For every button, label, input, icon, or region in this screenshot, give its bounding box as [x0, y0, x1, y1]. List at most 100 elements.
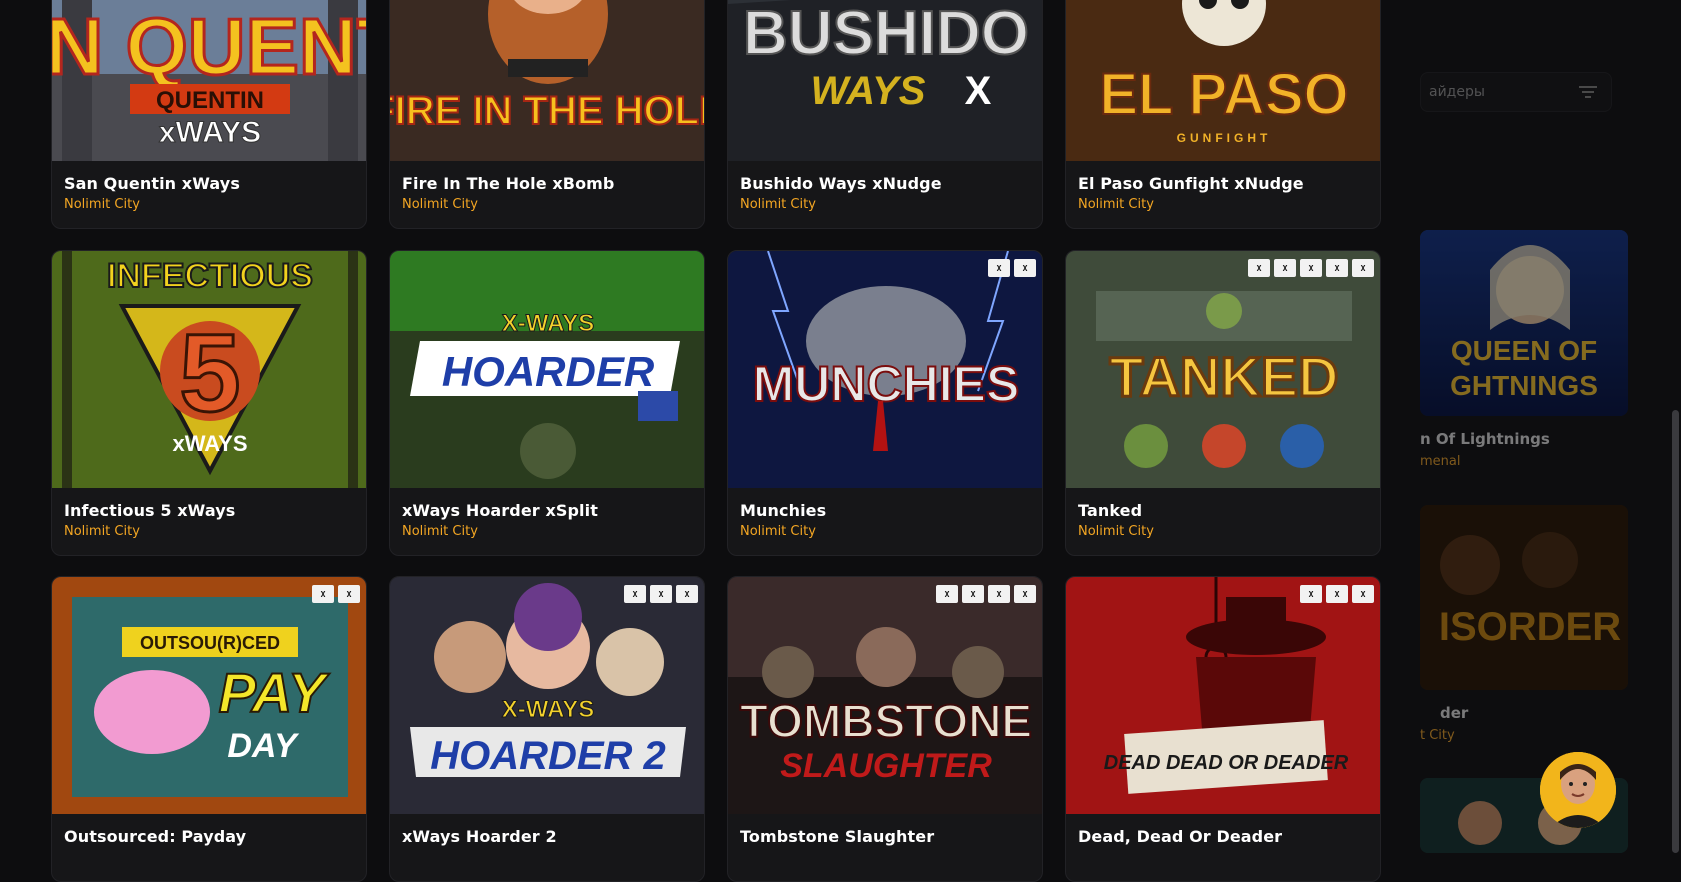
game-card[interactable]: SAN QUENTIN QUENTIN xWAYS San Quentin xW… [51, 0, 367, 229]
game-title: San Quentin xWays [64, 174, 240, 193]
badge-icon: X [1326, 585, 1348, 603]
art-text: HOARDER 2 [430, 734, 666, 778]
feature-badges: X X [312, 585, 360, 603]
game-provider: Nolimit City [740, 524, 816, 539]
support-avatar-icon [1540, 752, 1616, 828]
game-thumbnail: MUNCHIES X X [728, 251, 1042, 488]
feature-badges: X X X X [936, 585, 1036, 603]
game-thumbnail: INFECTIOUS 5 xWAYS [52, 251, 366, 488]
background-page: айдеры QUEEN OF GHTNINGS n Of Lightnings… [1420, 0, 1681, 853]
game-thumbnail: FIRE IN THE HOLE [390, 0, 705, 161]
badge-icon: X [624, 585, 646, 603]
svg-text:PAY: PAY [219, 661, 330, 724]
game-card[interactable]: FIRE IN THE HOLE Fire In The Hole xBomb … [389, 0, 705, 229]
badge-icon: X [650, 585, 672, 603]
art-text: INFECTIOUS [107, 257, 313, 295]
art-text: MUNCHIES [753, 356, 1020, 412]
badge-icon: X [988, 259, 1010, 277]
feature-badges: X X X [624, 585, 698, 603]
game-thumbnail: SAN QUENTIN QUENTIN xWAYS [52, 0, 366, 161]
badge-icon: X [1274, 259, 1296, 277]
svg-text:X-WAYS: X-WAYS [502, 310, 594, 337]
game-provider: Nolimit City [402, 524, 478, 539]
game-title: Bushido Ways xNudge [740, 174, 942, 193]
art-text: TOMBSTONE [740, 695, 1032, 747]
art-text: FIRE IN THE HOLE [390, 89, 705, 133]
game-thumbnail: OUTSOU(R)CED PAY DAY X X [52, 577, 366, 814]
badge-icon: X [312, 585, 334, 603]
art-text: BUSHIDO [743, 0, 1029, 68]
svg-text:OUTSOU(R)CED: OUTSOU(R)CED [140, 633, 280, 653]
game-card[interactable]: DEAD DEAD OR DEADER X X X Dead, Dead Or … [1065, 576, 1381, 882]
art-text: EL PASO [1099, 62, 1348, 127]
badge-icon: X [676, 585, 698, 603]
svg-text:WAYS: WAYS [811, 69, 926, 113]
game-provider: Nolimit City [64, 524, 140, 539]
game-card[interactable]: INFECTIOUS 5 xWAYS Infectious 5 xWays No… [51, 250, 367, 556]
game-card[interactable]: BUSHIDO WAYS X Bushido Ways xNudge Nolim… [727, 0, 1043, 229]
game-card[interactable]: X-WAYS HOARDER 2 X X X xWays Hoarder 2 [389, 576, 705, 882]
game-title: Outsourced: Payday [64, 827, 247, 846]
badge-icon: X [1300, 259, 1322, 277]
game-card[interactable]: TANKED X X X X X Tanked Nolimit City [1065, 250, 1381, 556]
filter-icon[interactable] [1579, 85, 1597, 99]
feature-badges: X X X [1300, 585, 1374, 603]
svg-text:X-WAYS: X-WAYS [502, 696, 594, 723]
badge-icon: X [962, 585, 984, 603]
feature-badges: X X [988, 259, 1036, 277]
provider-search-input[interactable]: айдеры [1420, 72, 1612, 112]
game-title: Munchies [740, 501, 827, 520]
art-text: DEAD DEAD OR DEADER [1104, 752, 1349, 774]
game-thumbnail: BUSHIDO WAYS X [728, 0, 1042, 161]
art-text: HOARDER [442, 348, 655, 395]
game-thumbnail: TOMBSTONE SLAUGHTER X X X X [728, 577, 1042, 814]
game-card[interactable]: EL PASO GUNFIGHT El Paso Gunfight xNudge… [1065, 0, 1381, 229]
badge-icon: X [1352, 259, 1374, 277]
badge-icon: X [1248, 259, 1270, 277]
badge-icon: X [338, 585, 360, 603]
badge-icon: X [1014, 259, 1036, 277]
game-title: xWays Hoarder 2 [402, 827, 557, 846]
svg-text:X: X [965, 69, 992, 113]
game-title: El Paso Gunfight xNudge [1078, 174, 1304, 193]
background-game-provider: menal [1420, 454, 1461, 469]
badge-icon: X [936, 585, 958, 603]
svg-text:SLAUGHTER: SLAUGHTER [780, 747, 992, 785]
background-game-card[interactable]: ISORDER [1420, 505, 1628, 690]
support-chat-button[interactable] [1540, 752, 1616, 828]
game-thumbnail: X-WAYS HOARDER 2 X X X [390, 577, 704, 814]
page-scrollbar[interactable] [1669, 0, 1681, 853]
game-provider: Nolimit City [740, 197, 816, 212]
game-thumbnail: X-WAYS HOARDER [390, 251, 704, 488]
game-card[interactable]: X-WAYS HOARDER xWays Hoarder xSplit Noli… [389, 250, 705, 556]
game-provider: Nolimit City [402, 197, 478, 212]
game-title: xWays Hoarder xSplit [402, 501, 598, 520]
game-provider: Nolimit City [64, 197, 140, 212]
game-title: Fire In The Hole xBomb [402, 174, 615, 193]
svg-text:GUNFIGHT: GUNFIGHT [1177, 131, 1272, 145]
art-text: TANKED [1109, 345, 1338, 408]
badge-icon: X [1014, 585, 1036, 603]
background-game-provider: t City [1420, 728, 1455, 743]
background-game-title: der [1440, 704, 1469, 722]
game-card[interactable]: OUTSOU(R)CED PAY DAY X X Outsourced: Pay… [51, 576, 367, 882]
search-placeholder: айдеры [1429, 84, 1485, 100]
game-title: Dead, Dead Or Deader [1078, 827, 1283, 846]
game-title: Tanked [1078, 501, 1143, 520]
svg-text:xWAYS: xWAYS [172, 431, 247, 456]
game-card[interactable]: TOMBSTONE SLAUGHTER X X X X Tombstone Sl… [727, 576, 1043, 882]
scrollbar-thumb[interactable] [1672, 410, 1679, 853]
badge-icon: X [1300, 585, 1322, 603]
background-game-title: n Of Lightnings [1420, 430, 1550, 448]
badge-icon: X [988, 585, 1010, 603]
game-provider: Nolimit City [1078, 524, 1154, 539]
svg-text:DAY: DAY [227, 727, 300, 765]
badge-icon: X [1352, 585, 1374, 603]
game-thumbnail: TANKED X X X X X [1066, 251, 1380, 488]
game-thumbnail: EL PASO GUNFIGHT [1066, 0, 1380, 161]
game-thumbnail: DEAD DEAD OR DEADER X X X [1066, 577, 1380, 814]
svg-text:5: 5 [179, 312, 240, 435]
game-card[interactable]: MUNCHIES X X Munchies Nolimit City [727, 250, 1043, 556]
game-title: Infectious 5 xWays [64, 501, 236, 520]
background-game-card[interactable]: QUEEN OF GHTNINGS [1420, 230, 1628, 416]
